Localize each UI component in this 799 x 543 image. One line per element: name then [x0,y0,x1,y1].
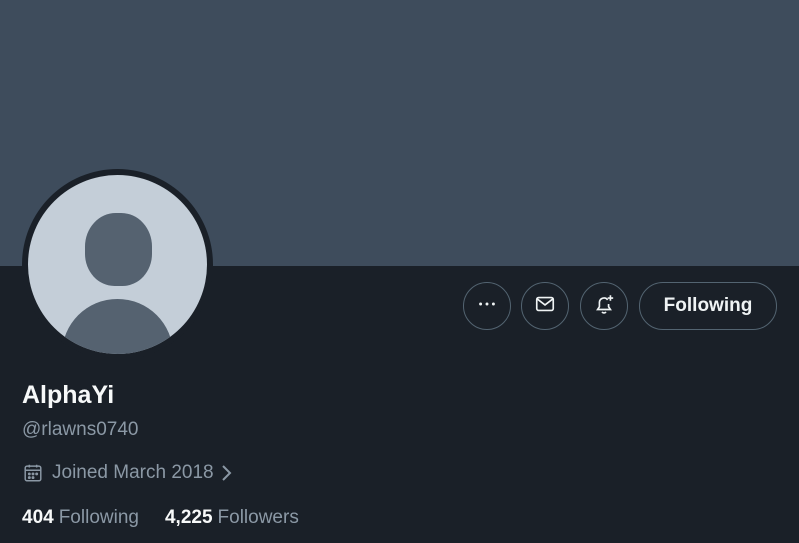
followers-stat-link[interactable]: 4,225 Followers [165,507,299,529]
message-button[interactable] [521,282,569,330]
more-horizontal-icon [476,293,498,320]
profile-page: Following AlphaYi @rlawns0740 Joined Mar… [0,0,799,543]
following-button[interactable]: Following [639,282,777,330]
profile-stats: 404 Following 4,225 Followers [22,507,299,529]
following-stat-label: Following [58,507,139,528]
followers-stat-label: Followers [217,507,299,528]
followers-count: 4,225 [164,507,213,528]
avatar[interactable] [28,175,207,354]
chevron-right-icon [220,464,232,482]
avatar-ring [22,169,213,360]
following-count: 404 [22,507,54,528]
profile-handle: @rlawns0740 [22,419,139,440]
notifications-button[interactable] [580,282,628,330]
more-button[interactable] [463,282,511,330]
envelope-icon [534,293,556,320]
calendar-icon [22,462,44,484]
join-date-label: Joined March 2018 [52,462,214,483]
following-stat-link[interactable]: 404 Following [22,507,139,529]
default-avatar-head [85,213,152,286]
join-date[interactable]: Joined March 2018 [22,460,232,486]
profile-name: AlphaYi [22,381,115,409]
bell-plus-icon [593,293,615,320]
default-avatar-shoulders [62,299,173,354]
